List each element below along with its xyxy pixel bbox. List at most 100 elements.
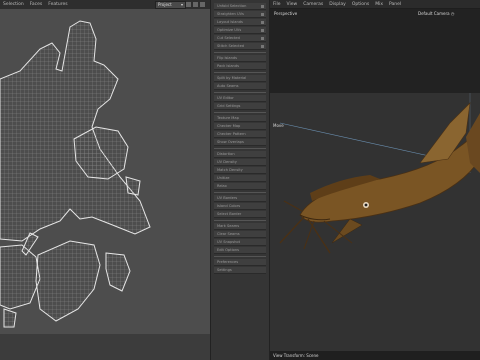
side-panel-item-label: Texture Map	[217, 116, 239, 120]
side-panel-item[interactable]: Split by Material	[214, 75, 266, 82]
side-panel-item[interactable]: Match Density	[214, 167, 266, 174]
uv-canvas[interactable]	[0, 9, 210, 334]
menu-view[interactable]: View	[284, 2, 301, 7]
uv-island-fin	[3, 308, 17, 328]
side-panel-item-label: Straighten UVs	[217, 12, 244, 16]
tool-icon[interactable]	[186, 2, 191, 7]
side-panel-item[interactable]: Distortion	[214, 151, 266, 158]
side-panel-item-label: Relax	[217, 184, 227, 188]
side-panel-item[interactable]: Relax	[214, 183, 266, 190]
side-panel-item-label: Grid Settings	[217, 104, 241, 108]
option-checkbox[interactable]	[261, 13, 264, 16]
side-panel-item[interactable]: Texture Map	[214, 115, 266, 122]
side-panel-separator	[214, 52, 266, 53]
side-panel-item-label: UV Density	[217, 160, 237, 164]
side-panel-item[interactable]: Flip Islands	[214, 55, 266, 62]
side-panel-item[interactable]: Preferences	[214, 259, 266, 266]
side-panel-item-label: Preferences	[217, 260, 239, 264]
side-panel-item-label: Unfold Selection	[217, 4, 247, 8]
menu-features[interactable]: Features	[45, 2, 70, 7]
side-panel-separator	[214, 192, 266, 193]
side-panel-item-label: Distortion	[217, 152, 235, 156]
side-panel-item[interactable]: Layout Islands	[214, 19, 266, 26]
menu-panel[interactable]: Panel	[386, 2, 404, 7]
side-panel-separator	[214, 256, 266, 257]
side-panel-item[interactable]: Optimize UVs	[214, 27, 266, 34]
uv-islands	[0, 20, 151, 328]
viewport-panel: File View Cameras Display Options Mix Pa…	[270, 0, 480, 360]
side-panel-item-label: Clear Seams	[217, 232, 240, 236]
side-panel-item[interactable]: Grid Settings	[214, 103, 266, 110]
status-text: View Transform: Scene	[273, 353, 319, 358]
side-panel-item[interactable]: Mark Seams	[214, 223, 266, 230]
uv-island-body	[0, 20, 151, 242]
option-checkbox[interactable]	[261, 21, 264, 24]
side-panel-separator	[214, 92, 266, 93]
menu-cameras[interactable]: Cameras	[300, 2, 326, 7]
option-checkbox[interactable]	[261, 37, 264, 40]
side-panel-item-label: Split by Material	[217, 76, 247, 80]
side-panel-item-label: UV Editor	[217, 96, 234, 100]
camera-label[interactable]: Default Camera ◷	[418, 11, 454, 16]
side-panel-item[interactable]: Straighten UVs	[214, 11, 266, 18]
side-panel-item-label: Select Border	[217, 212, 242, 216]
viewport-canvas[interactable]	[270, 93, 480, 351]
side-panel-item-label: Auto Seams	[217, 84, 239, 88]
side-panel-item-label: UV Borders	[217, 196, 238, 200]
viewport-upper-area	[270, 9, 480, 93]
menu-file[interactable]: File	[270, 2, 284, 7]
side-panel-item[interactable]: Cut Selected	[214, 35, 266, 42]
fish-model	[279, 93, 480, 254]
uv-island-small	[125, 176, 141, 196]
option-checkbox[interactable]	[261, 5, 264, 8]
side-panel-item-label: Match Density	[217, 168, 243, 172]
side-panel-item[interactable]: Clear Seams	[214, 231, 266, 238]
side-panel-item-label: Cut Selected	[217, 36, 240, 40]
side-panel-item-label: Checker Pattern	[217, 132, 246, 136]
camera-icon: ◷	[450, 11, 455, 16]
side-panel-item[interactable]: Island Colors	[214, 203, 266, 210]
side-panel-item[interactable]: Show Overlaps	[214, 139, 266, 146]
side-panel-item-label: Unitize	[217, 176, 230, 180]
side-panel-item-label: Pack Islands	[217, 64, 239, 68]
uv-island-fin	[105, 252, 131, 292]
uv-toolkit-panel: Unfold Selection Straighten UVs Layout Isl…	[210, 0, 270, 360]
side-panel-item[interactable]: Edit Options	[214, 247, 266, 254]
side-panel-item[interactable]: Settings	[214, 267, 266, 274]
side-panel-item-label: Mark Seams	[217, 224, 240, 228]
side-panel-item[interactable]: Auto Seams	[214, 83, 266, 90]
option-checkbox[interactable]	[261, 45, 264, 48]
uv-canvas-bottom	[0, 334, 210, 360]
side-panel-separator	[214, 220, 266, 221]
side-panel-item[interactable]: Checker Pattern	[214, 131, 266, 138]
side-panel-item[interactable]: UV Density	[214, 159, 266, 166]
side-panel-item[interactable]: Unitize	[214, 175, 266, 182]
side-panel-item[interactable]: UV Snapshot	[214, 239, 266, 246]
side-panel-item[interactable]: Unfold Selection	[214, 3, 266, 10]
viewport-menubar: File View Cameras Display Options Mix Pa…	[270, 0, 480, 9]
side-panel-separator	[214, 112, 266, 113]
side-panel-item[interactable]: Select Border	[214, 211, 266, 218]
uv-editor-panel: Selection Faces Features Project ▾	[0, 0, 210, 360]
menu-selection[interactable]: Selection	[0, 2, 27, 7]
project-dropdown-value: Project	[158, 2, 172, 7]
side-panel-item[interactable]: UV Borders	[214, 195, 266, 202]
side-panel-item[interactable]: UV Editor	[214, 95, 266, 102]
side-panel-item-label: Edit Options	[217, 248, 239, 252]
tool-icon[interactable]	[200, 2, 205, 7]
side-panel-item-label: UV Snapshot	[217, 240, 241, 244]
tool-icon[interactable]	[193, 2, 198, 7]
side-panel-item-label: Show Overlaps	[217, 140, 244, 144]
side-panel-item[interactable]: Pack Islands	[214, 63, 266, 70]
project-dropdown[interactable]: Project ▾	[155, 1, 186, 9]
chevron-down-icon: ▾	[180, 2, 183, 7]
camera-label-text: Default Camera	[418, 11, 450, 16]
side-panel-separator	[214, 148, 266, 149]
side-panel-item[interactable]: Checker Map	[214, 123, 266, 130]
menu-faces[interactable]: Faces	[27, 2, 46, 7]
menu-display[interactable]: Display	[326, 2, 349, 7]
side-panel-item[interactable]: Stitch Selected	[214, 43, 266, 50]
option-checkbox[interactable]	[261, 29, 264, 32]
menu-options[interactable]: Options	[349, 2, 372, 7]
menu-mix[interactable]: Mix	[372, 2, 386, 7]
